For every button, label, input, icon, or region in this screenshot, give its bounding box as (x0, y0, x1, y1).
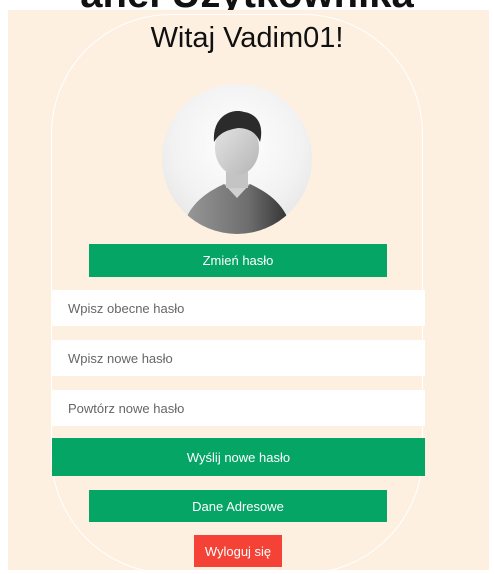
logout-button[interactable]: Wyloguj się (194, 535, 282, 567)
current-password-field[interactable] (52, 290, 425, 326)
user-avatar-icon (162, 84, 312, 234)
greeting-title: Witaj Vadim01! (150, 22, 344, 54)
new-password-field[interactable] (52, 340, 425, 376)
address-data-button[interactable]: Dane Adresowe (89, 490, 387, 522)
repeat-password-field[interactable] (52, 390, 425, 426)
change-password-button[interactable]: Zmień hasło (89, 244, 387, 277)
send-new-password-button[interactable]: Wyślij nowe hasło (52, 438, 425, 476)
